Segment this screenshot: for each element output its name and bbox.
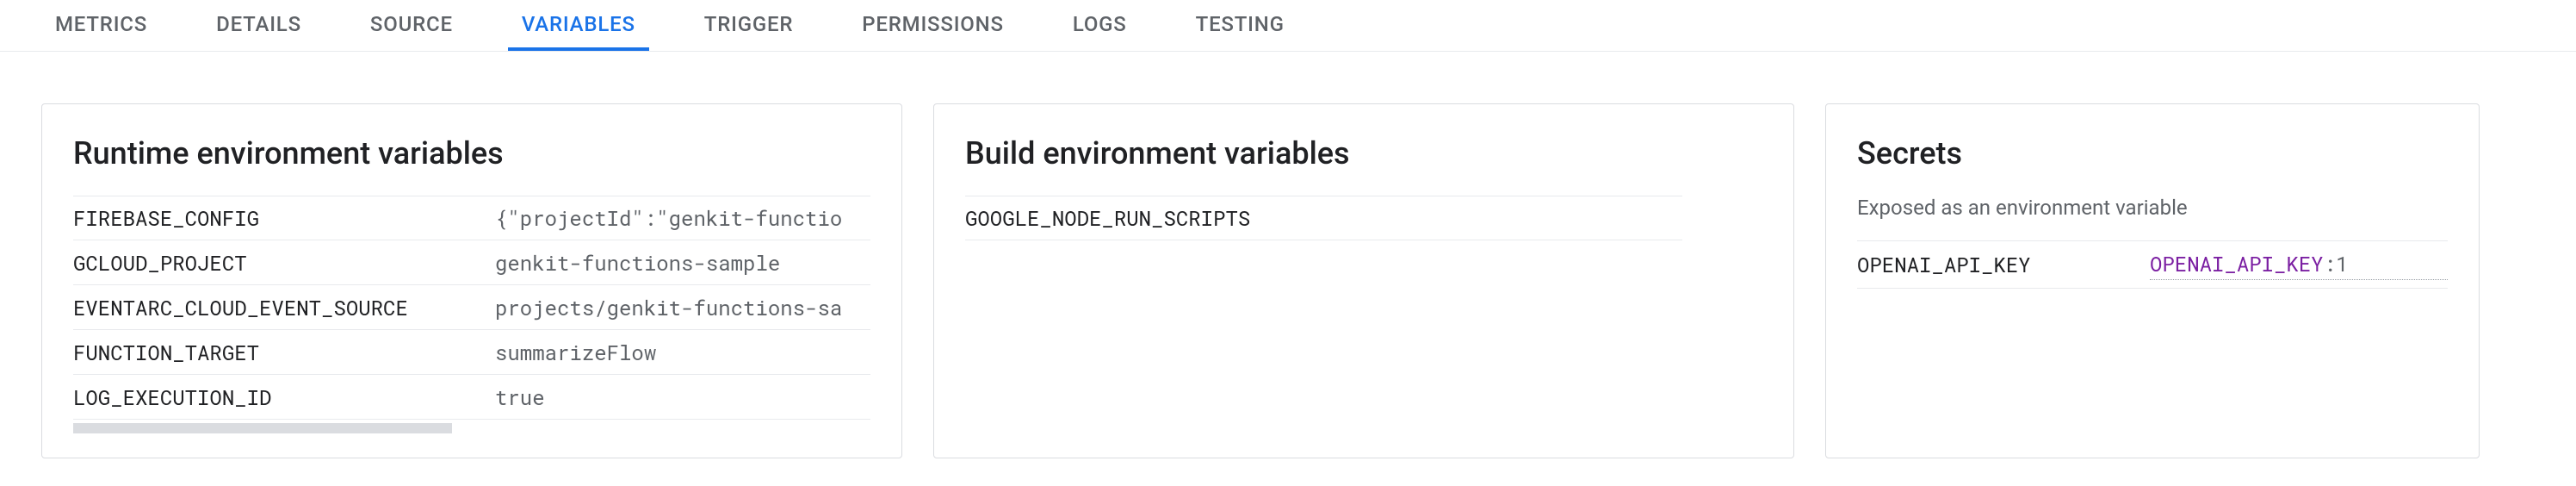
env-var-value: {"projectId":"genkit-functio xyxy=(495,204,870,232)
tab-source[interactable]: SOURCE xyxy=(356,0,467,51)
secret-key: OPENAI_API_KEY xyxy=(1857,251,2150,278)
secret-version-suffix: :1 xyxy=(2324,250,2349,277)
secrets-subtitle: Exposed as an environment variable xyxy=(1857,196,2448,220)
table-row: LOG_EXECUTION_ID true xyxy=(73,375,870,420)
build-title: Build environment variables xyxy=(965,135,1762,171)
runtime-title: Runtime environment variables xyxy=(73,135,870,171)
env-var-value: genkit-functions-sample xyxy=(495,249,870,277)
tabs-bar: METRICS DETAILS SOURCE VARIABLES TRIGGER… xyxy=(0,0,2576,52)
env-var-key: LOG_EXECUTION_ID xyxy=(73,383,495,411)
table-row: GCLOUD_PROJECT genkit-functions-sample xyxy=(73,240,870,285)
env-var-value: projects/genkit-functions-sa xyxy=(495,294,870,321)
table-row: FUNCTION_TARGET summarizeFlow xyxy=(73,330,870,375)
env-var-key: FUNCTION_TARGET xyxy=(73,339,495,366)
env-var-key: GCLOUD_PROJECT xyxy=(73,249,495,277)
table-row: FIREBASE_CONFIG {"projectId":"genkit-fun… xyxy=(73,196,870,240)
cards-container: Runtime environment variables FIREBASE_C… xyxy=(0,52,2576,458)
tab-details[interactable]: DETAILS xyxy=(202,0,315,51)
tab-variables[interactable]: VARIABLES xyxy=(508,0,649,51)
horizontal-scrollbar[interactable] xyxy=(73,423,452,433)
secrets-card: Secrets Exposed as an environment variab… xyxy=(1825,103,2480,458)
tab-permissions[interactable]: PERMISSIONS xyxy=(848,0,1018,51)
table-row: OPENAI_API_KEY OPENAI_API_KEY:1 xyxy=(1857,240,2448,289)
table-row: EVENTARC_CLOUD_EVENT_SOURCE projects/gen… xyxy=(73,285,870,330)
secret-link[interactable]: OPENAI_API_KEY xyxy=(2150,250,2324,277)
tab-logs[interactable]: LOGS xyxy=(1059,0,1141,51)
runtime-table: FIREBASE_CONFIG {"projectId":"genkit-fun… xyxy=(73,196,870,420)
tab-testing[interactable]: TESTING xyxy=(1182,0,1298,51)
env-var-value: true xyxy=(495,383,870,411)
table-row: GOOGLE_NODE_RUN_SCRIPTS xyxy=(965,196,1682,240)
env-var-key: EVENTARC_CLOUD_EVENT_SOURCE xyxy=(73,294,495,321)
runtime-env-card: Runtime environment variables FIREBASE_C… xyxy=(41,103,902,458)
secrets-title: Secrets xyxy=(1857,135,2448,171)
tab-metrics[interactable]: METRICS xyxy=(41,0,161,51)
env-var-key: FIREBASE_CONFIG xyxy=(73,204,495,232)
tab-trigger[interactable]: TRIGGER xyxy=(690,0,808,51)
build-env-card: Build environment variables GOOGLE_NODE_… xyxy=(933,103,1794,458)
secret-value: OPENAI_API_KEY:1 xyxy=(2150,250,2448,280)
env-var-value: summarizeFlow xyxy=(495,339,870,366)
env-var-key: GOOGLE_NODE_RUN_SCRIPTS xyxy=(965,204,1250,232)
